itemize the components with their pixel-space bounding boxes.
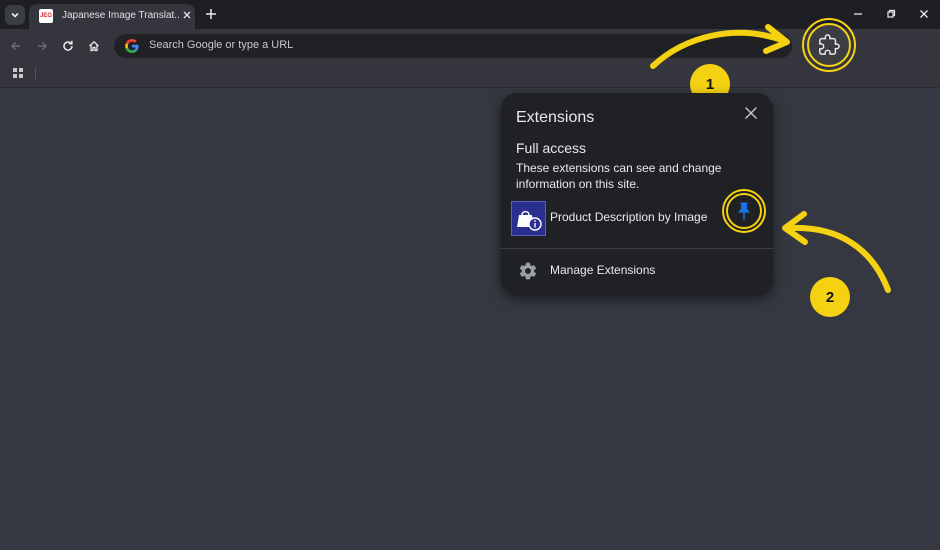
apps-grid-icon[interactable] [13,68,24,79]
extensions-button[interactable] [807,23,851,67]
gear-icon [519,262,537,280]
step-badge-2: 2 [810,277,850,317]
close-icon [745,107,757,119]
google-icon [125,39,139,53]
minimize-icon [854,13,862,15]
shopping-bag-info-icon [517,210,542,231]
omnibox-placeholder: Search Google or type a URL [149,39,294,51]
restore-icon [887,9,896,18]
popup-divider [501,248,773,249]
close-window-button[interactable] [916,6,932,22]
bookmarks-separator [35,68,36,80]
back-button[interactable] [7,37,25,55]
close-icon [920,10,928,18]
page-content [0,88,940,550]
arrow-left-icon [10,41,20,51]
chevron-down-icon [11,12,19,18]
tab-close-button[interactable] [180,8,194,22]
popup-close-button[interactable] [743,105,759,121]
extension-icon[interactable] [511,201,546,236]
home-icon [89,40,99,52]
section-description: These extensions can see and change info… [516,161,722,191]
manage-extensions-row[interactable]: Manage Extensions [501,253,773,287]
pin-icon [738,202,750,220]
arrow-right-icon [38,41,48,51]
plus-icon [206,9,216,19]
browser-tab[interactable]: JEG Japanese Image Translat... [29,4,195,29]
pin-extension-button[interactable] [726,193,762,229]
reload-icon [63,40,73,51]
tab-favicon: JEG [39,9,53,23]
new-tab-button[interactable] [203,6,219,22]
tab-search-button[interactable] [5,5,25,25]
extension-name: Product Description by Image [550,210,708,224]
forward-button[interactable] [33,37,51,55]
section-title: Full access [516,140,587,156]
reload-button[interactable] [59,37,77,55]
arrow-1-icon [650,24,790,69]
puzzle-icon [819,34,840,55]
minimize-button[interactable] [850,6,866,22]
restore-button[interactable] [883,6,899,22]
manage-extensions-label: Manage Extensions [550,263,656,277]
home-button[interactable] [85,37,103,55]
popup-title: Extensions [516,109,595,126]
tab-title: Japanese Image Translat... [62,10,180,21]
close-icon [183,11,191,19]
